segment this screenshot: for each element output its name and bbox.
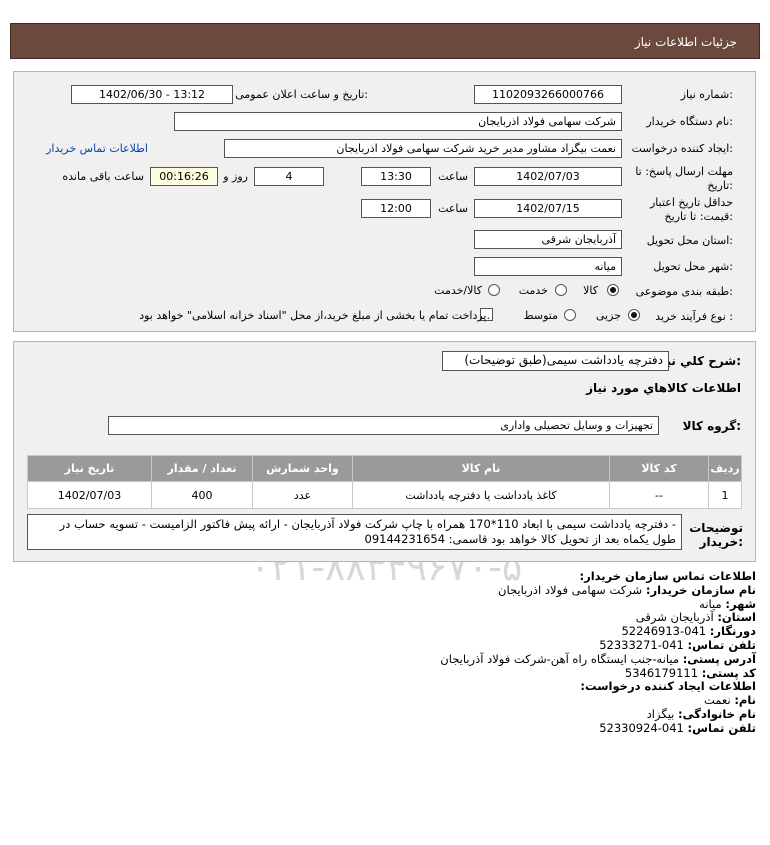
goods-info-title: اطلاعات کالاهاي مورد نياز — [586, 381, 741, 395]
page-title-bar: جزئیات اطلاعات نیاز — [10, 23, 760, 59]
category-option-goods: کالا — [583, 284, 598, 297]
deadline-label: مهلت ارسال پاسخ: تا — [635, 165, 733, 178]
contact-buyer-name: نام سازمان خریدار: شرکت سهامی فولاد اذرب… — [498, 582, 756, 597]
days-label: روز و — [223, 170, 248, 183]
buyer-contact-link[interactable]: اطلاعات تماس خریدار — [46, 142, 148, 155]
contact-section: اطلاعات تماس سازمان خریدار: نام سازمان خ… — [26, 569, 756, 736]
process-option-minor: جزیی — [595, 309, 621, 322]
deadline-time-field: 13:30 — [361, 167, 431, 186]
announce-label: تاریخ و ساعت اعلان عمومی: — [235, 88, 368, 101]
contact-postal: کد پستی: 5346179111 — [624, 665, 756, 680]
category-option-goods-service: کالا/خدمت — [434, 284, 482, 297]
category-radio-goods[interactable] — [607, 284, 619, 296]
category-radio-goods-service[interactable] — [488, 284, 500, 296]
cell-row: 1 — [708, 481, 742, 509]
buyer-org-field: شرکت سهامی فولاد اذربایجان — [174, 112, 622, 131]
need-number-field: 1102093266000766 — [474, 85, 622, 104]
city-field: میانه — [474, 257, 622, 276]
creator-phone: تلفن تماس: 041-52330924 — [599, 720, 756, 735]
contact-city: شهر: میانه — [699, 596, 756, 611]
category-option-service: خدمت — [518, 284, 548, 297]
buyer-notes-label-2: خریدار: — [699, 535, 743, 549]
buyer-org-label: نام دستگاه خریدار: — [646, 115, 733, 128]
province-label: استان محل تحویل: — [646, 234, 733, 247]
contact-fax: دورنگار: 041-52246913 — [621, 624, 756, 639]
remaining-label: ساعت باقی مانده — [62, 170, 144, 183]
col-code-header: کد کالا — [609, 455, 709, 482]
creator-info-title: اطلاعات ایجاد کننده درخواست: — [580, 679, 756, 694]
cell-unit: عدد — [252, 481, 353, 509]
buyer-notes-label: توضیحات — [689, 521, 743, 535]
col-qty-header: تعداد / مقدار — [151, 455, 253, 482]
remaining-time-field: 00:16:26 — [150, 167, 218, 186]
validity-label: حداقل تاریخ اعتبار — [649, 196, 733, 209]
col-name-header: نام کالا — [352, 455, 610, 482]
creator-last-name: نام خانوادگی: بیگزاد — [646, 706, 756, 721]
goods-group-label: گروه کالا: — [682, 419, 741, 433]
validity-time-field: 12:00 — [361, 199, 431, 218]
creator-first-name: نام: نعمت — [703, 693, 756, 708]
deadline-date-field: 1402/07/03 — [474, 167, 622, 186]
contact-address: آدرس پستی: میانه-جنب ایستگاه راه آهن-شرک… — [440, 651, 756, 666]
cell-name: کاغذ یادداشت یا دفترچه یادداشت — [352, 481, 610, 509]
process-option-medium: متوسط — [523, 309, 558, 322]
cell-date: 1402/07/03 — [27, 481, 152, 509]
deadline-label-date: تاریخ: — [707, 179, 733, 192]
process-radio-minor[interactable] — [628, 309, 640, 321]
goods-group-field: تجهیزات و وسایل تحصیلی واداری — [108, 416, 659, 435]
announce-field: 1402/06/30 - 13:12 — [71, 85, 233, 104]
validity-time-label: ساعت — [438, 202, 468, 215]
goods-table: ردیف کد کالا نام کالا واحد شمارش تعداد /… — [27, 455, 742, 509]
contact-title: اطلاعات تماس سازمان خریدار: — [579, 569, 756, 583]
category-label: طبقه بندی موضوعی: — [635, 285, 733, 298]
contact-province: استان: آذربایجان شرقی — [635, 610, 756, 625]
province-field: آذربایجان شرقی — [474, 230, 622, 249]
col-date-header: تاریخ نیاز — [27, 455, 152, 482]
page-title: جزئیات اطلاعات نیاز — [634, 35, 737, 49]
table-row: 1 -- کاغذ یادداشت یا دفترچه یادداشت عدد … — [27, 481, 742, 509]
process-radio-medium[interactable] — [564, 309, 576, 321]
creator-label: ایجاد کننده درخواست: — [631, 142, 733, 155]
city-label: شهر محل تحویل: — [653, 260, 733, 273]
contact-phone: تلفن تماس: 041-52333271 — [599, 637, 756, 652]
deadline-time-label: ساعت — [438, 170, 468, 183]
details-panel: شماره نیاز: 1102093266000766 تاریخ و ساع… — [13, 71, 756, 332]
days-field: 4 — [254, 167, 324, 186]
cell-qty: 400 — [151, 481, 253, 509]
cell-code: -- — [609, 481, 709, 509]
need-number-label: شماره نیاز: — [680, 88, 733, 101]
need-summary-field: دفترچه یادداشت سیمی(طبق توضیحات) — [442, 351, 669, 371]
col-row-header: ردیف — [708, 455, 742, 482]
validity-date-field: 1402/07/15 — [474, 199, 622, 218]
category-radio-service[interactable] — [555, 284, 567, 296]
process-label: نوع فرآیند خرید : — [655, 310, 733, 323]
payment-note: پرداخت تمام یا بخشی از مبلغ خرید،از محل … — [139, 309, 490, 322]
creator-field: نعمت بیگزاد مشاور مدیر خرید شرکت سهامی ف… — [224, 139, 622, 158]
table-header-row: ردیف کد کالا نام کالا واحد شمارش تعداد /… — [27, 455, 742, 482]
buyer-notes-box: - دفترچه یادداشت سیمی با ابعاد 110*170 ه… — [27, 514, 682, 550]
col-unit-header: واحد شمارش — [252, 455, 353, 482]
validity-label-date: قیمت: تا تاریخ: — [664, 210, 733, 223]
